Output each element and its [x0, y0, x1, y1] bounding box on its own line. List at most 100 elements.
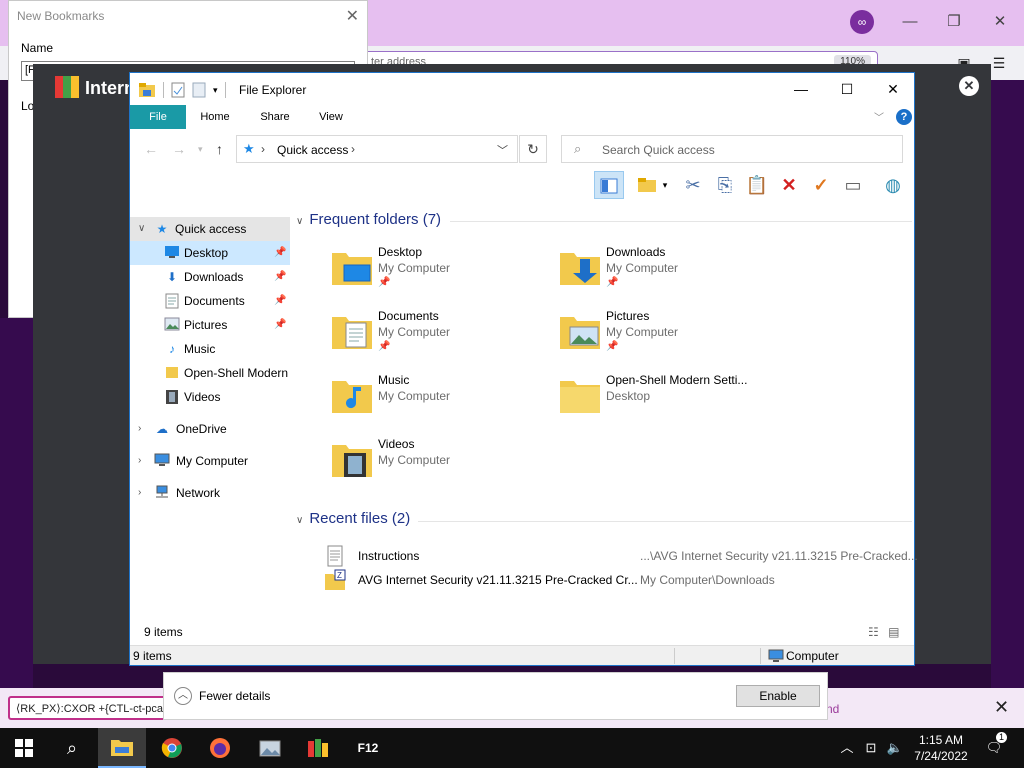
sidebar-item-open-shell[interactable]: Open-Shell Modern	[130, 361, 290, 385]
customize-toolbar-icon[interactable]: ▾	[213, 85, 218, 96]
recent-file-row[interactable]: Instructions ...\AVG Internet Security v…	[324, 545, 918, 569]
frequent-folders-header[interactable]: ∨ Frequent folders (7)	[296, 211, 441, 228]
folder-location: My Computer	[606, 325, 679, 339]
network-shell-icon[interactable]: ◍	[878, 171, 908, 199]
chevron-up-icon[interactable]: ︿	[836, 728, 858, 768]
large-icons-view-icon[interactable]: ▤	[888, 625, 899, 639]
refresh-button[interactable]: ↻	[519, 135, 547, 163]
search-icon[interactable]: ⌕	[48, 728, 96, 768]
sidebar-item-documents[interactable]: Documents 📌	[130, 289, 290, 313]
folder-location: Desktop	[606, 389, 651, 403]
sidebar-item-quick-access[interactable]: ∨ ★ Quick access	[130, 217, 290, 241]
minimize-button[interactable]: —	[778, 73, 824, 105]
menu-icon[interactable]: ☰	[990, 54, 1008, 72]
sidebar-item-desktop[interactable]: Desktop 📌	[130, 241, 290, 265]
maximize-button[interactable]: ☐	[824, 73, 870, 105]
preview-pane-button[interactable]	[594, 171, 624, 199]
folder-tile[interactable]: Videos My Computer	[330, 437, 550, 497]
search-input[interactable]: ⌕ Search Quick access	[561, 135, 903, 163]
browser-restore-button[interactable]: ❐	[944, 12, 964, 32]
copy-icon[interactable]: ⎘	[710, 171, 740, 199]
chevron-down-icon[interactable]: ∨	[296, 216, 303, 227]
item-count: 9 items	[144, 625, 183, 639]
recent-files-header[interactable]: ∨ Recent files (2)	[296, 510, 410, 527]
avg-close-button[interactable]: ✕	[959, 76, 979, 96]
paste-icon[interactable]: 📋	[742, 171, 772, 199]
tab-share[interactable]: Share	[250, 105, 300, 129]
divider	[418, 521, 912, 522]
folder-tile[interactable]: Documents My Computer 📌	[330, 309, 550, 369]
tab-view[interactable]: View	[306, 105, 356, 129]
chevron-right-icon[interactable]: ›	[351, 142, 355, 156]
fewer-details-link[interactable]: Fewer details	[199, 689, 270, 703]
pin-icon: 📌	[274, 295, 287, 306]
chevron-down-icon[interactable]: ∨	[296, 515, 303, 526]
taskbar-avg[interactable]	[294, 728, 342, 768]
command-toolbar: ▾ ✂ ⎘ 📋 ✕ ✓ ▭ ◍	[130, 169, 914, 201]
taskbar-file-explorer[interactable]	[98, 728, 146, 768]
chevron-down-icon[interactable]: ﹀	[874, 109, 884, 124]
check-icon[interactable]: ✓	[806, 171, 836, 199]
taskbar-app[interactable]	[246, 728, 294, 768]
music-folder-icon	[332, 381, 372, 413]
clock[interactable]: 1:15 AM 7/24/2022	[910, 732, 972, 764]
network-icon[interactable]: ⊡	[860, 728, 882, 768]
chevron-right-icon[interactable]: ›	[138, 417, 141, 441]
tab-file[interactable]: File	[130, 105, 186, 129]
close-icon[interactable]: ✕	[994, 697, 1009, 718]
sidebar-item-onedrive[interactable]: › ☁ OneDrive	[130, 417, 290, 441]
tab-home[interactable]: Home	[190, 105, 240, 129]
forward-arrow-icon[interactable]: →	[172, 141, 186, 157]
sidebar-item-label: Music	[184, 342, 216, 356]
sidebar-item-music[interactable]: ♪ Music	[130, 337, 290, 361]
folder-tile[interactable]: Downloads My Computer 📌	[558, 245, 778, 305]
sidebar-item-videos[interactable]: Videos	[130, 385, 290, 409]
notifications-button[interactable]: 🗨 1	[982, 728, 1007, 768]
chrome-icon	[161, 738, 182, 758]
recent-file-name: Instructions	[358, 549, 420, 563]
downloads-folder-icon	[560, 253, 600, 285]
pin-icon: 📌	[378, 277, 391, 288]
taskbar-firefox[interactable]	[196, 728, 244, 768]
delete-icon[interactable]: ✕	[774, 171, 804, 199]
chevron-right-icon[interactable]: ›	[138, 481, 141, 505]
rename-icon[interactable]: ▭	[838, 171, 868, 199]
folder-tile[interactable]: Pictures My Computer 📌	[558, 309, 778, 369]
folder-tile[interactable]: Open-Shell Modern Setti... Desktop	[558, 373, 778, 433]
close-icon[interactable]: ✕	[346, 6, 359, 26]
volume-icon[interactable]: 🔈	[884, 728, 906, 768]
address-bar[interactable]: ★ › Quick access › ﹀	[236, 135, 518, 163]
browser-close-button[interactable]: ✕	[990, 12, 1010, 32]
recent-locations-icon[interactable]: ▾	[198, 144, 203, 155]
back-arrow-icon[interactable]: ←	[144, 141, 158, 157]
sidebar-item-network[interactable]: › Network	[130, 481, 290, 505]
chevron-down-icon[interactable]: ﹀	[497, 142, 508, 158]
pin-icon: 📌	[274, 319, 287, 330]
close-button[interactable]: ✕	[870, 73, 916, 105]
chevron-down-icon[interactable]: ∨	[138, 217, 145, 241]
start-button[interactable]	[0, 728, 48, 768]
sidebar-item-pictures[interactable]: Pictures 📌	[130, 313, 290, 337]
details-view-icon[interactable]: ☷	[868, 625, 879, 639]
taskbar-chrome[interactable]	[148, 728, 196, 768]
sidebar-item-label: Open-Shell Modern	[184, 366, 289, 380]
folder-tile[interactable]: Desktop My Computer 📌	[330, 245, 550, 305]
browser-minimize-button[interactable]: —	[900, 12, 920, 32]
sidebar-item-my-computer[interactable]: › My Computer	[130, 449, 290, 473]
sidebar-item-downloads[interactable]: ⬇ Downloads 📌	[130, 265, 290, 289]
chevron-right-icon[interactable]: ›	[138, 449, 141, 473]
help-icon[interactable]: ?	[896, 109, 912, 125]
picture-icon	[164, 317, 180, 333]
recent-file-row[interactable]: Z AVG Internet Security v21.11.3215 Pre-…	[324, 569, 904, 593]
chevron-down-icon[interactable]: ▾	[658, 171, 672, 199]
up-arrow-icon[interactable]: ↑	[216, 141, 223, 157]
folder-tile[interactable]: Music My Computer	[330, 373, 550, 433]
cut-icon[interactable]: ✂	[678, 171, 708, 199]
chevron-right-icon[interactable]: ›	[261, 142, 265, 156]
taskbar-f12[interactable]: F12	[344, 728, 392, 768]
documents-folder-icon	[332, 317, 372, 349]
chevron-up-icon[interactable]: ︿	[174, 687, 192, 705]
properties-icon[interactable]	[171, 82, 185, 98]
new-folder-icon[interactable]	[192, 82, 206, 98]
enable-button[interactable]: Enable	[736, 685, 820, 707]
